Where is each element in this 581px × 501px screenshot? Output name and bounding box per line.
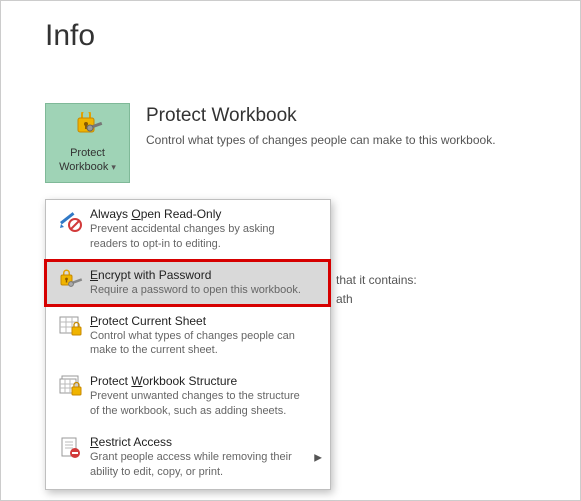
menu-desc: Require a password to open this workbook… (90, 283, 310, 298)
protect-workbook-button[interactable]: Protect Workbook▾ (45, 103, 130, 183)
obscured-line1: that it contains: (336, 273, 417, 287)
submenu-arrow-icon: ▶ (314, 453, 322, 464)
chevron-down-icon: ▾ (111, 162, 116, 172)
protect-button-label: Protect Workbook▾ (59, 146, 116, 175)
menu-title: Protect Workbook Structure (90, 374, 320, 388)
document-restrict-icon (56, 435, 86, 460)
workbook-lock-icon (56, 374, 86, 399)
page-title: Info (1, 1, 580, 53)
pencil-prohibit-icon (56, 207, 86, 232)
menu-item-encrypt-with-password[interactable]: Encrypt with Password Require a password… (46, 261, 330, 307)
obscured-text: that it contains: ath (336, 271, 417, 309)
sheet-lock-icon (56, 314, 86, 339)
menu-desc: Prevent accidental changes by asking rea… (90, 222, 310, 252)
menu-title: Encrypt with Password (90, 268, 320, 282)
menu-item-protect-workbook-structure[interactable]: Protect Workbook Structure Prevent unwan… (46, 367, 330, 428)
menu-desc: Grant people access while removing their… (90, 450, 310, 480)
section-description: Control what types of changes people can… (146, 133, 496, 147)
menu-item-protect-current-sheet[interactable]: Protect Current Sheet Control what types… (46, 307, 330, 368)
menu-desc: Control what types of changes people can… (90, 329, 310, 359)
lock-key-icon (73, 112, 103, 146)
protect-workbook-dropdown: Always Open Read-Only Prevent accidental… (45, 199, 331, 490)
lock-key-small-icon (56, 268, 86, 293)
protect-button-line2: Workbook (59, 161, 108, 173)
menu-title: Restrict Access (90, 435, 320, 449)
protect-workbook-text: Protect Workbook Control what types of c… (130, 103, 496, 147)
menu-title: Always Open Read-Only (90, 207, 320, 221)
obscured-line2: ath (336, 292, 353, 306)
menu-item-restrict-access[interactable]: Restrict Access Grant people access whil… (46, 428, 330, 489)
section-heading: Protect Workbook (146, 105, 496, 127)
protect-workbook-row: Protect Workbook▾ Protect Workbook Contr… (1, 53, 580, 183)
menu-desc: Prevent unwanted changes to the structur… (90, 389, 310, 419)
menu-title: Protect Current Sheet (90, 314, 320, 328)
menu-item-always-open-read-only[interactable]: Always Open Read-Only Prevent accidental… (46, 200, 330, 261)
protect-button-line1: Protect (70, 147, 105, 159)
